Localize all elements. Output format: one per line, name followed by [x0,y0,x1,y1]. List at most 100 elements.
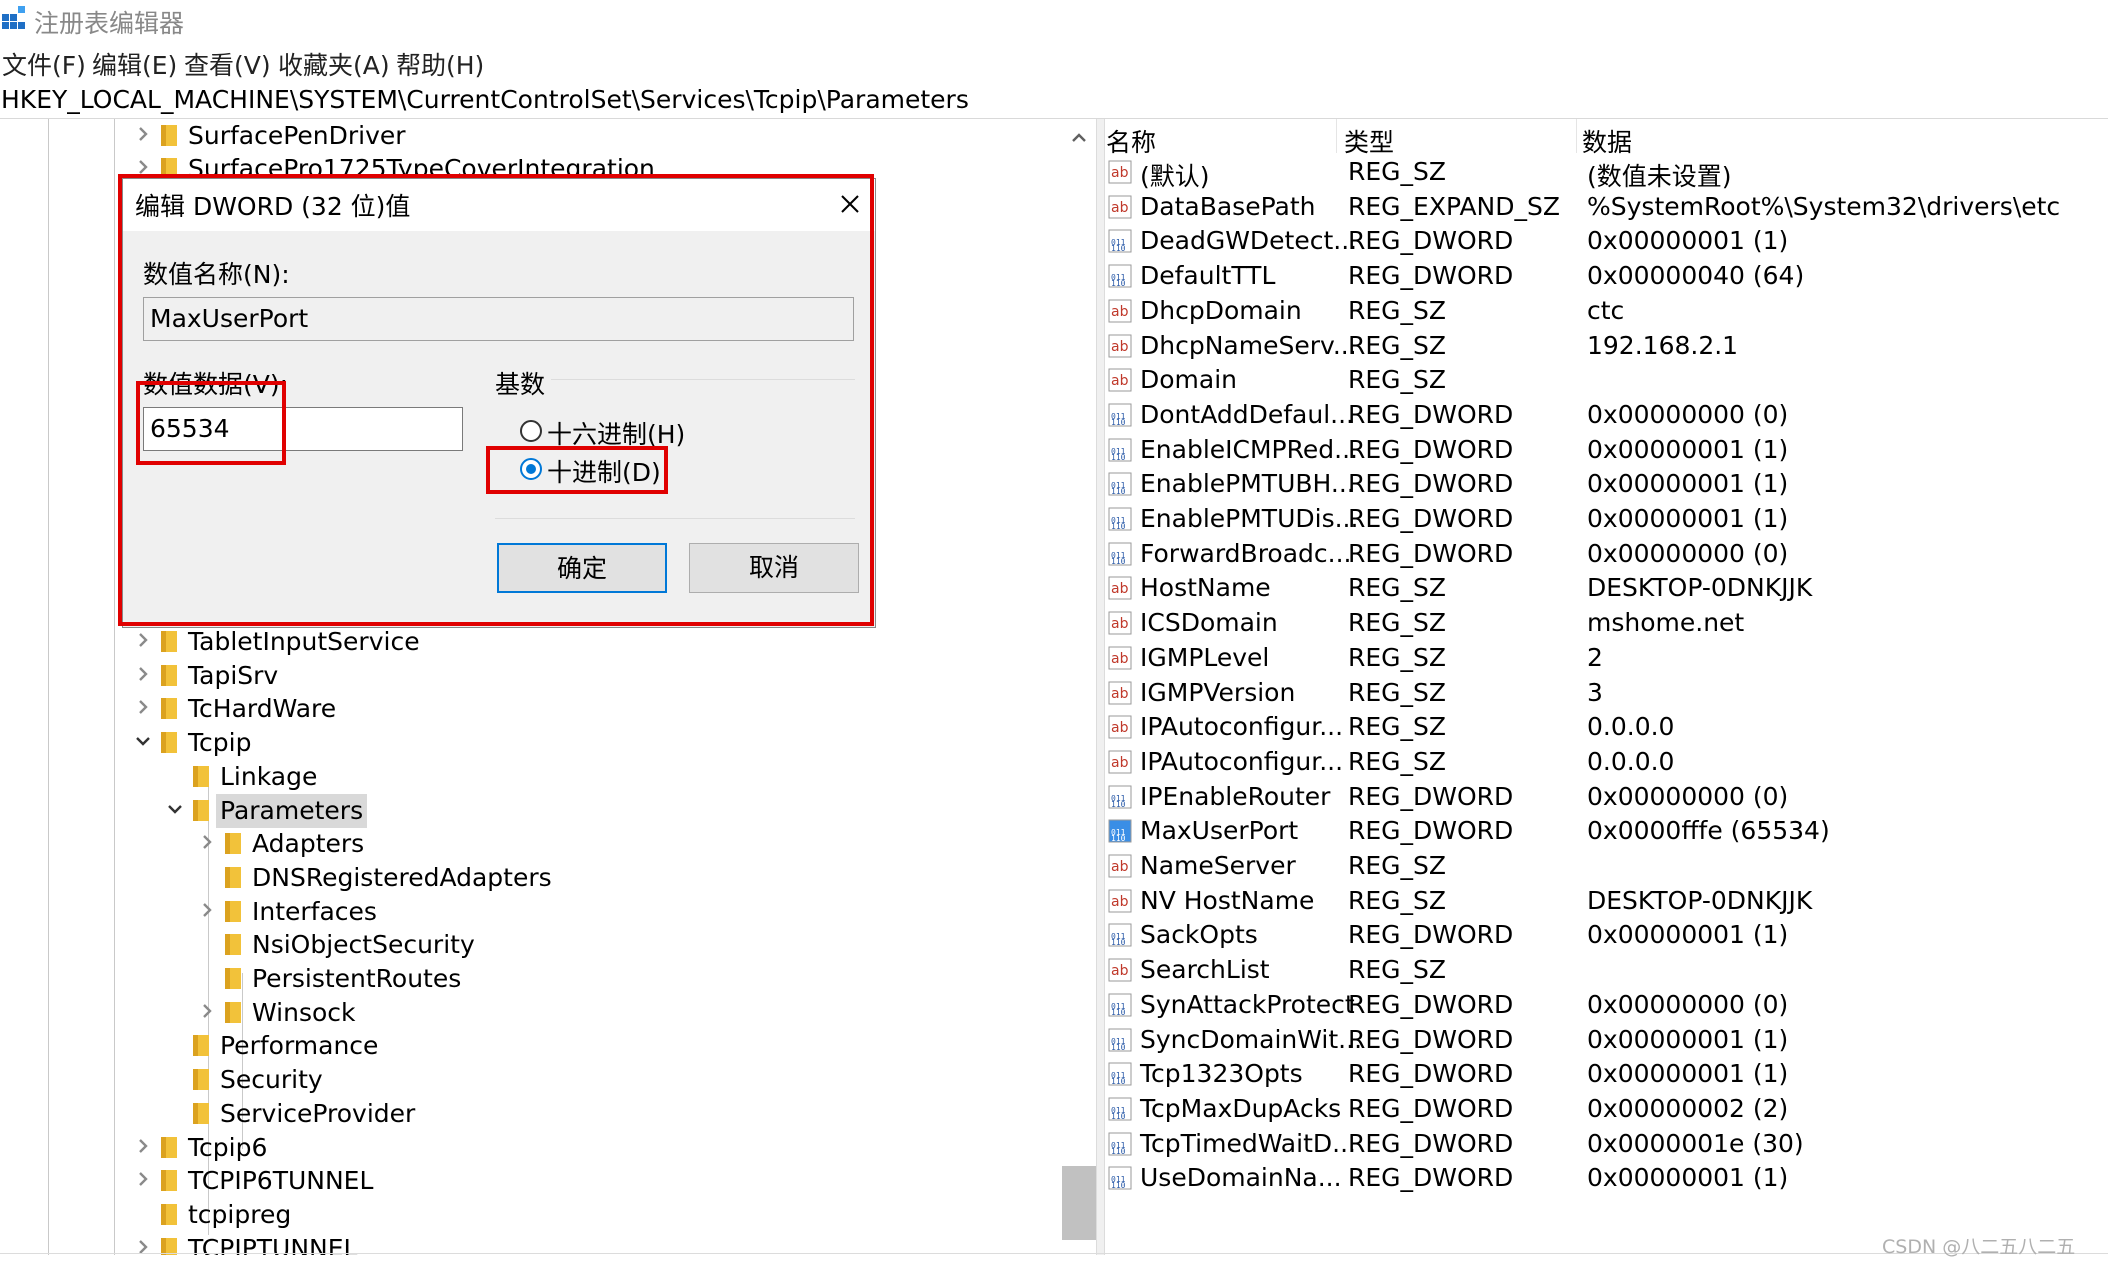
value-row[interactable]: ab NameServer REG_SZ [1104,849,2108,884]
menu-view[interactable]: 查看(V) [184,46,271,82]
chevron-down-icon[interactable] [164,798,186,820]
chevron-right-icon[interactable] [132,1168,154,1190]
chevron-down-icon[interactable] [132,730,154,752]
tree-node-label[interactable]: Linkage [216,760,321,794]
value-data: 0.0.0.0 [1587,712,1675,742]
tree-node-label[interactable]: Parameters [216,793,368,828]
tree-node-label[interactable]: TabletInputService [184,625,424,659]
tree-node-label[interactable]: TcHardWare [184,692,340,726]
value-type: REG_DWORD [1348,1024,1514,1054]
value-row[interactable]: 110 011 EnablePMTUDis... REG_DWORD 0x0000000… [1104,502,2108,537]
value-row[interactable]: 110 011 IPEnableRouter REG_DWORD 0x00000000 … [1104,780,2108,815]
column-header-data[interactable]: 数据 [1582,123,1632,159]
tree-node-label[interactable]: Security [216,1063,327,1097]
chevron-right-icon[interactable] [132,123,154,145]
value-row[interactable]: ab DataBasePath REG_EXPAND_SZ %SystemRoot%\… [1104,190,2108,225]
value-row[interactable]: 110 011 EnablePMTUBH... REG_DWORD 0x00000001… [1104,467,2108,502]
value-row[interactable]: ab DhcpNameServ... REG_SZ 192.168.2.1 [1104,329,2108,364]
value-row[interactable]: ab IPAutoconfigur... REG_SZ 0.0.0.0 [1104,710,2108,745]
string-value-icon: ab [1108,646,1132,670]
menu-file[interactable]: 文件(F) [2,46,86,82]
column-header-name[interactable]: 名称 [1106,123,1156,159]
chevron-right-icon[interactable] [132,629,154,651]
tree-node-label[interactable]: ServiceProvider [216,1097,419,1131]
value-row[interactable]: ab IGMPLevel REG_SZ 2 [1104,641,2108,676]
value-row[interactable]: 110 011 SynAttackProtect REG_DWORD 0x0000000… [1104,988,2108,1023]
folder-icon [193,1035,209,1057]
value-row[interactable]: ab HostName REG_SZ DESKTOP-0DNKJJK [1104,571,2108,606]
tree-node-label[interactable]: Tcpip6 [184,1131,271,1165]
chevron-right-icon[interactable] [196,1000,218,1022]
column-divider[interactable] [1336,119,1337,153]
value-data: 3 [1587,677,1603,707]
tree-node-label[interactable]: PersistentRoutes [248,962,465,996]
tree-node-label[interactable]: SurfacePenDriver [184,119,410,153]
value-row[interactable]: 110 011 DeadGWDetect... REG_DWORD 0x00000001… [1104,224,2108,259]
tree-node-label[interactable]: Tcpip [184,726,255,760]
value-row[interactable]: ab NV HostName REG_SZ DESKTOP-0DNKJJK [1104,884,2108,919]
scroll-up-arrow-icon[interactable] [1066,125,1092,151]
value-row[interactable]: 110 011 UseDomainNa... REG_DWORD 0x00000001 … [1104,1161,2108,1196]
value-row[interactable]: ab Domain REG_SZ [1104,363,2108,398]
value-data: 0x00000002 (2) [1587,1093,1789,1123]
value-row[interactable]: 110 011 Tcp1323Opts REG_DWORD 0x00000001 (1) [1104,1057,2108,1092]
tree-node-label[interactable]: tcpipreg [184,1198,295,1232]
tree-node-label[interactable]: Adapters [248,827,368,861]
string-value-icon: ab [1108,195,1132,219]
value-name: IGMPLevel [1140,642,1270,672]
value-data: 2 [1587,642,1603,672]
value-row[interactable]: ab SearchList REG_SZ [1104,953,2108,988]
highlight-decimal-box [486,446,668,494]
value-row[interactable]: 110 011 DefaultTTL REG_DWORD 0x00000040 (64) [1104,259,2108,294]
chevron-right-icon[interactable] [196,831,218,853]
value-type: REG_DWORD [1348,226,1514,256]
tree-node-label[interactable]: TapiSrv [184,659,282,693]
value-name: DataBasePath [1140,191,1316,221]
tree-scrollbar[interactable] [1062,119,1096,1255]
value-name: ForwardBroadc... [1140,538,1352,568]
value-row[interactable]: ab IGMPVersion REG_SZ 3 [1104,676,2108,711]
address-bar[interactable]: HKEY_LOCAL_MACHINE\SYSTEM\CurrentControl… [0,84,2108,119]
value-name: SearchList [1140,955,1270,985]
value-row[interactable]: 110 011 EnableICMPRed... REG_DWORD 0x0000000… [1104,433,2108,468]
tree-node-label[interactable]: Interfaces [248,895,381,929]
chevron-right-icon[interactable] [196,899,218,921]
value-row[interactable]: 110 011 TcpMaxDupAcks REG_DWORD 0x00000002 (… [1104,1092,2108,1127]
value-row[interactable]: 110 011 DontAddDefaul... REG_DWORD 0x0000000… [1104,398,2108,433]
value-row[interactable]: 110 011 SyncDomainWit... REG_DWORD 0x0000000… [1104,1023,2108,1058]
value-row[interactable]: ab DhcpDomain REG_SZ ctc [1104,294,2108,329]
tree-node-label[interactable]: NsiObjectSecurity [248,928,479,962]
svg-text:ab: ab [1111,686,1129,702]
value-type: REG_DWORD [1348,469,1514,499]
address-path[interactable]: HKEY_LOCAL_MACHINE\SYSTEM\CurrentControl… [1,85,969,114]
value-row[interactable]: ab (默认) REG_SZ (数值未设置) [1104,155,2108,191]
value-row[interactable]: 110 011 ForwardBroadc... REG_DWORD 0x0000000… [1104,537,2108,572]
menu-favorites[interactable]: 收藏夹(A) [278,46,390,82]
value-row[interactable]: 110 011 SackOpts REG_DWORD 0x00000001 (1) [1104,918,2108,953]
tree-node-label[interactable]: TCPIPTUNNEL [184,1232,361,1255]
value-name: DhcpDomain [1140,295,1302,325]
tree-node-label[interactable]: TCPIP6TUNNEL [184,1164,377,1198]
svg-text:011: 011 [1111,1175,1126,1184]
binary-value-icon: 110011 [1108,785,1132,809]
tree-node-label[interactable]: Performance [216,1029,382,1063]
chevron-right-icon[interactable] [132,663,154,685]
column-divider[interactable] [1576,119,1577,153]
tree-node-label[interactable]: Winsock [248,996,360,1030]
value-data: 0.0.0.0 [1587,746,1675,776]
column-header-type[interactable]: 类型 [1344,123,1394,159]
menu-edit[interactable]: 编辑(E) [92,46,177,82]
scroll-thumb[interactable] [1062,1166,1096,1240]
chevron-right-icon[interactable] [132,696,154,718]
value-row[interactable]: 110 011 TcpTimedWaitD... REG_DWORD 0x0000001… [1104,1127,2108,1162]
chevron-right-icon[interactable] [132,1135,154,1157]
values-list[interactable]: 名称 类型 数据 ab (默认) REG_SZ (数值未设置) ab DataBasePa… [1104,119,2108,1255]
svg-text:ab: ab [1111,963,1129,979]
menu-help[interactable]: 帮助(H) [396,46,484,82]
value-row[interactable]: ab IPAutoconfigur... REG_SZ 0.0.0.0 [1104,745,2108,780]
tree-node-label[interactable]: DNSRegisteredAdapters [248,861,556,895]
value-row[interactable]: ab ICSDomain REG_SZ mshome.net [1104,606,2108,641]
binary-value-icon: 110011 [1108,993,1132,1017]
value-row[interactable]: 110 011 MaxUserPort REG_DWORD 0x0000fffe (65… [1104,814,2108,849]
folder-icon [161,1203,177,1225]
